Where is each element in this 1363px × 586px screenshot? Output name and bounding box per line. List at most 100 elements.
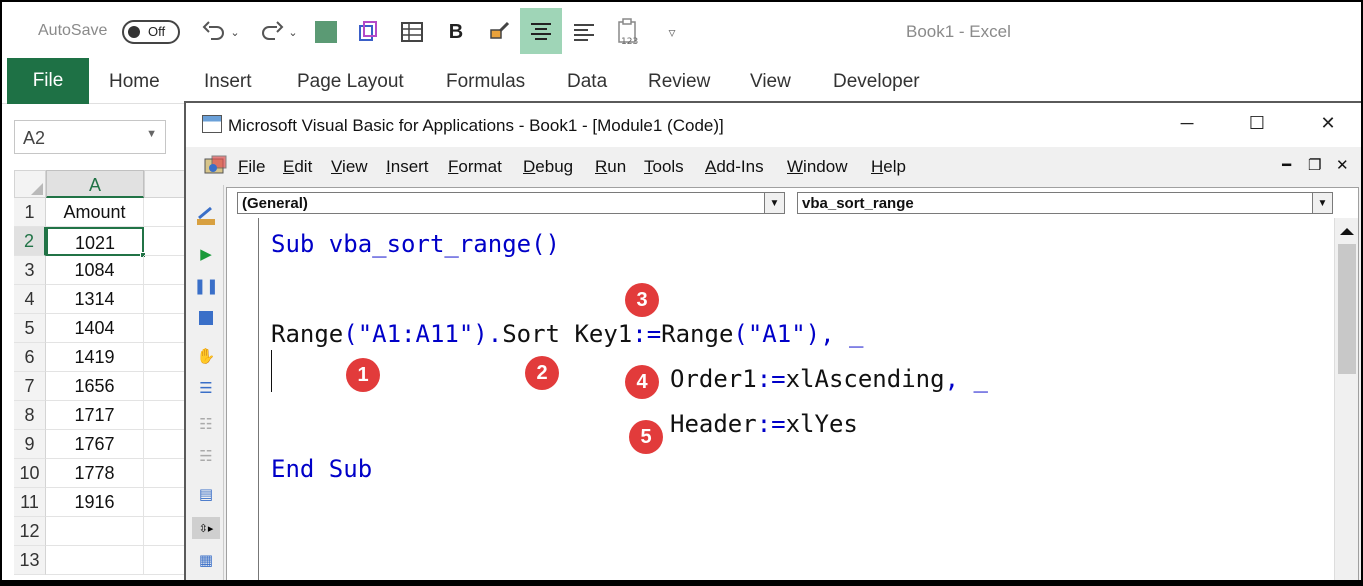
tab-formulas[interactable]: Formulas (446, 71, 525, 93)
cell[interactable]: 1767 (46, 430, 144, 459)
row-header[interactable]: 11 (14, 488, 46, 517)
tab-review[interactable]: Review (648, 71, 710, 93)
menu-format[interactable]: Format (448, 157, 502, 177)
tab-data[interactable]: Data (567, 71, 607, 93)
run-icon[interactable]: ▶ (195, 243, 217, 265)
cell[interactable]: 1717 (46, 401, 144, 430)
active-cell[interactable]: 1021 (46, 227, 146, 258)
row-header[interactable]: 1 (14, 198, 46, 227)
menu-debug[interactable]: Debug (523, 157, 573, 177)
autosave-toggle[interactable]: Off (122, 20, 180, 44)
hand-icon[interactable]: ✋ (195, 345, 217, 367)
mdi-close-icon[interactable]: ✕ (1336, 156, 1349, 174)
bold-icon[interactable]: B (440, 16, 472, 48)
name-box[interactable]: A2 ▼ (14, 120, 166, 154)
format-painter-icon[interactable] (484, 16, 516, 48)
scroll-thumb[interactable] (1338, 244, 1356, 374)
code-line-order[interactable]: Order1:=xlAscending, _ (670, 365, 988, 393)
tab-file[interactable]: File (7, 58, 89, 104)
mdi-minimize-icon[interactable]: ━ (1282, 156, 1291, 174)
indent-icon[interactable]: ☰ (195, 377, 217, 399)
margin-indicator-bar[interactable] (227, 218, 259, 580)
code-line-header[interactable]: Header:=xlYes (670, 410, 858, 438)
customize-chevron-icon[interactable]: ▿ (656, 16, 688, 48)
tab-developer[interactable]: Developer (833, 71, 920, 93)
row-header[interactable]: 5 (14, 314, 46, 343)
table-row: 1 Amount (14, 198, 192, 227)
cell[interactable]: 1419 (46, 343, 144, 372)
outdent-icon[interactable]: ☷ (195, 413, 217, 435)
row-header[interactable]: 7 (14, 372, 46, 401)
chevron-down-icon[interactable]: ▼ (146, 128, 157, 140)
3d-box-icon[interactable] (352, 16, 384, 48)
menu-window[interactable]: Window (787, 157, 847, 177)
close-icon[interactable]: ✕ (1306, 109, 1350, 141)
tab-page-layout[interactable]: Page Layout (297, 71, 404, 93)
minimize-icon[interactable]: ─ (1165, 109, 1209, 141)
object-combo[interactable]: (General) ▼ (237, 192, 785, 214)
tab-view[interactable]: View (750, 71, 791, 93)
step-badge-2: 2 (525, 356, 559, 390)
vba-app-icon (202, 115, 222, 133)
tab-home[interactable]: Home (109, 71, 160, 93)
row-header[interactable]: 6 (14, 343, 46, 372)
toolbar-overflow-icon[interactable]: ⇳▸ (192, 517, 220, 539)
design-mode-icon[interactable] (195, 205, 217, 227)
procedure-combo-value: vba_sort_range (802, 195, 914, 212)
pause-icon[interactable]: ❚❚ (193, 275, 218, 297)
chevron-down-icon[interactable]: ▼ (1312, 193, 1332, 213)
immediate-window-icon[interactable]: ▤ (195, 483, 217, 505)
code-line-end-sub[interactable]: End Sub (271, 455, 372, 483)
undo-dropdown-icon[interactable]: ⌄ (228, 16, 242, 48)
align-left-icon[interactable] (568, 16, 600, 48)
row-header[interactable]: 10 (14, 459, 46, 488)
ribbon-tabs: File Home Insert Page Layout Formulas Da… (2, 58, 1361, 104)
vertical-scrollbar[interactable] (1334, 218, 1358, 580)
row-header[interactable]: 2 (14, 227, 46, 256)
cell[interactable] (46, 517, 144, 546)
object-browser-icon[interactable]: ▦ (195, 549, 217, 571)
menu-run[interactable]: Run (595, 157, 626, 177)
comment-block-icon[interactable]: ☵ (195, 445, 217, 467)
fill-color-icon[interactable] (310, 16, 342, 48)
cell[interactable]: Amount (46, 198, 144, 227)
cell[interactable]: 1656 (46, 372, 144, 401)
scroll-up-icon[interactable] (1340, 228, 1354, 235)
row-header[interactable]: 4 (14, 285, 46, 314)
menu-help[interactable]: Help (871, 157, 906, 177)
cell[interactable] (46, 546, 144, 575)
undo-icon[interactable] (198, 16, 230, 48)
code-line-range[interactable]: Range("A1:A11").Sort Key1:=Range("A1"), … (271, 320, 863, 348)
redo-dropdown-icon[interactable]: ⌄ (286, 16, 300, 48)
menu-view[interactable]: View (331, 157, 368, 177)
row-header[interactable]: 13 (14, 546, 46, 575)
table-icon[interactable] (396, 16, 428, 48)
cell[interactable]: 1778 (46, 459, 144, 488)
menu-file[interactable]: File (238, 157, 265, 177)
procedure-combo[interactable]: vba_sort_range ▼ (797, 192, 1333, 214)
maximize-icon[interactable]: ☐ (1235, 109, 1279, 141)
menu-insert[interactable]: Insert (386, 157, 429, 177)
stop-icon[interactable] (195, 307, 217, 329)
mdi-restore-icon[interactable]: ❐ (1308, 156, 1321, 174)
clipboard-123-icon[interactable]: 123 (612, 16, 644, 48)
tab-insert[interactable]: Insert (204, 71, 252, 93)
menu-add-ins[interactable]: Add-Ins (705, 157, 764, 177)
menu-tools[interactable]: Tools (644, 157, 684, 177)
cell[interactable]: 1916 (46, 488, 144, 517)
select-all-corner[interactable] (14, 170, 46, 198)
cell[interactable]: 1084 (46, 256, 144, 285)
edit-toolbar: ▶ ❚❚ ✋ ☰ ☷ ☵ ▤ ⇳▸ ▦ (188, 185, 224, 580)
menu-edit[interactable]: Edit (283, 157, 312, 177)
row-header[interactable]: 12 (14, 517, 46, 546)
align-center-icon[interactable] (520, 8, 562, 54)
redo-icon[interactable] (256, 16, 288, 48)
cell[interactable]: 1404 (46, 314, 144, 343)
code-line-sub[interactable]: Sub vba_sort_range() (271, 230, 560, 258)
row-header[interactable]: 9 (14, 430, 46, 459)
chevron-down-icon[interactable]: ▼ (764, 193, 784, 213)
row-header[interactable]: 3 (14, 256, 46, 285)
column-header-a[interactable]: A (46, 170, 144, 198)
row-header[interactable]: 8 (14, 401, 46, 430)
cell[interactable]: 1314 (46, 285, 144, 314)
